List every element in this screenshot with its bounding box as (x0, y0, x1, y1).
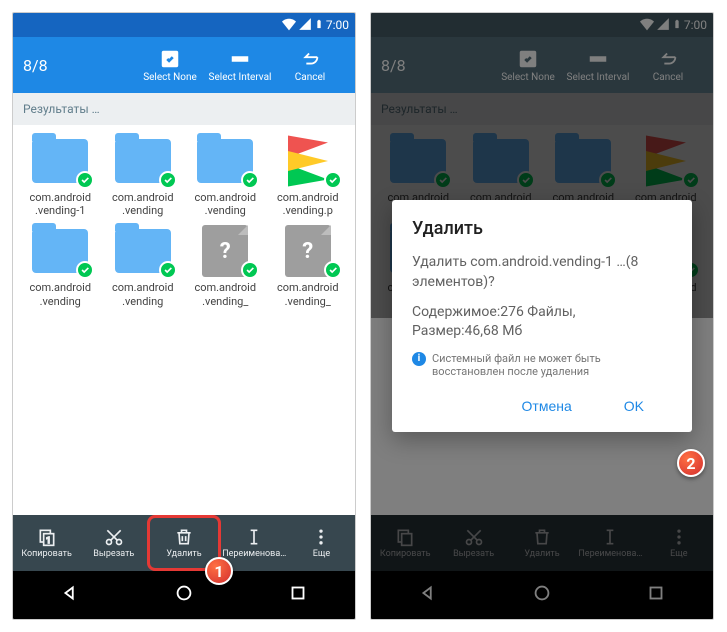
dialog-message: Удалить com.android.vending-1 …(8 элемен… (412, 253, 672, 292)
cancel-button[interactable]: Cancel (275, 48, 345, 83)
file-item[interactable]: com.android.vending.p (267, 133, 350, 219)
file-name: com.android.vending_ (186, 281, 264, 307)
file-item[interactable]: ?com.android.vending_ (267, 223, 350, 309)
info-icon: i (412, 352, 426, 366)
more-button[interactable]: Еще (288, 515, 355, 571)
app-bar: 8/8 Select None Select Interval Cancel (13, 37, 355, 93)
battery-icon (314, 17, 324, 34)
breadcrumb[interactable]: Результаты … (13, 93, 355, 125)
file-name: com.android.vending_ (269, 281, 347, 307)
undo-icon (299, 48, 321, 70)
file-name: com.android.vending (186, 191, 264, 217)
marker-1: 1 (205, 557, 233, 585)
delete-dialog: Удалить Удалить com.android.vending-1 …(… (392, 200, 692, 431)
file-name: com.android.vending.p (269, 191, 347, 217)
status-bar: 7:00 (13, 13, 355, 37)
recents-icon[interactable] (287, 582, 309, 608)
trash-icon (174, 527, 194, 547)
dialog-details: Содержимое:276 Файлы, Размер:46,68 Мб (412, 303, 672, 342)
copy-button[interactable]: 1 Копировать (13, 515, 80, 571)
check-badge (241, 261, 259, 279)
dialog-ok-button[interactable]: OK (596, 388, 672, 424)
dialog-cancel-button[interactable]: Отмена (506, 388, 588, 424)
file-item[interactable]: com.android.vending (19, 223, 102, 309)
check-badge (241, 171, 259, 189)
file-item[interactable]: com.android.vending-1 (19, 133, 102, 219)
marker-2: 2 (677, 449, 705, 477)
file-item[interactable]: com.android.vending (102, 133, 185, 219)
home-icon[interactable] (173, 582, 195, 608)
select-none-button[interactable]: Select None (135, 48, 205, 83)
interval-icon (229, 48, 251, 70)
file-name: com.android.vending (104, 281, 182, 307)
status-time: 7:00 (326, 18, 349, 32)
phone-right: 7:00 8/8 Select None Select Interval Can… (370, 12, 714, 620)
select-interval-button[interactable]: Select Interval (205, 48, 275, 83)
file-grid: com.android.vending-1com.android.vending… (13, 125, 355, 318)
cut-button[interactable]: Вырезать (80, 515, 147, 571)
check-badge (159, 171, 177, 189)
signal-icon (298, 17, 312, 34)
android-navbar (13, 571, 355, 619)
check-badge (76, 171, 94, 189)
copy-icon: 1 (37, 527, 57, 547)
file-name: com.android.vending (104, 191, 182, 217)
dialog-warning: i Системный файл не может быть восстанов… (412, 352, 672, 378)
checkbox-icon (159, 48, 181, 70)
more-icon (311, 527, 331, 547)
selection-count: 8/8 (23, 56, 48, 75)
dialog-overlay: Удалить Удалить com.android.vending-1 …(… (371, 13, 713, 619)
wifi-icon (282, 17, 296, 34)
phone-left: 7:00 8/8 Select None Select Interval Can… (12, 12, 356, 620)
file-item[interactable]: com.android.vending (102, 223, 185, 309)
svg-text:1: 1 (46, 536, 51, 546)
cursor-icon (244, 527, 264, 547)
file-name: com.android.vending (21, 281, 99, 307)
dialog-title: Удалить (412, 218, 672, 239)
check-badge (324, 261, 342, 279)
file-item[interactable]: ?com.android.vending_ (184, 223, 267, 309)
back-icon[interactable] (59, 582, 81, 608)
file-item[interactable]: com.android.vending (184, 133, 267, 219)
check-badge (159, 261, 177, 279)
file-name: com.android.vending-1 (21, 191, 99, 217)
bottom-toolbar: 1 Копировать Вырезать Удалить Переименов… (13, 515, 355, 571)
check-badge (76, 261, 94, 279)
scissors-icon (104, 527, 124, 547)
check-badge (324, 171, 342, 189)
